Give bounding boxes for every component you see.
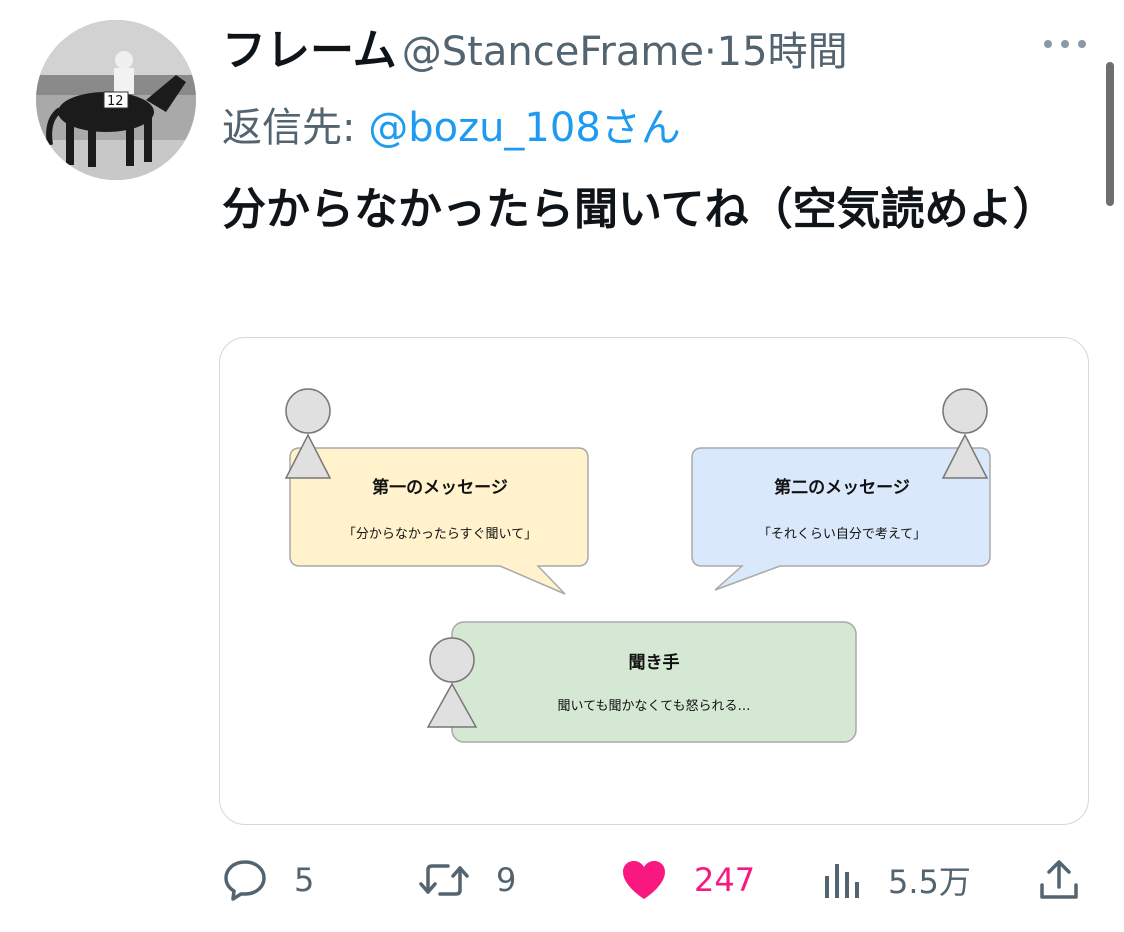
bubble-first-message: 第一のメッセージ 「分からなかったらすぐ聞いて」 — [289, 447, 589, 595]
author-handle[interactable]: @StanceFrame — [402, 29, 704, 75]
author-name[interactable]: フレーム — [222, 25, 397, 76]
heart-icon — [623, 861, 665, 899]
retweet-count: 9 — [496, 861, 517, 899]
reply-to-line: 返信先: @bozu_108さん — [222, 95, 681, 153]
speech-bubble-icon — [224, 860, 266, 901]
bubble3-title: 聞き手 — [629, 652, 680, 673]
avatar[interactable]: 12 — [36, 20, 196, 180]
saddle-number: 12 — [107, 94, 124, 109]
bubble-second-message: 第二のメッセージ 「それくらい自分で考えて」 — [691, 447, 991, 591]
views-button[interactable]: 5.5万 — [822, 850, 971, 910]
tweet-header: フレーム @StanceFrame·15時間 — [222, 14, 848, 78]
retweet-button[interactable]: 9 — [418, 850, 516, 910]
like-count: 247 — [694, 861, 756, 899]
bubble1-body: 「分からなかったらすぐ聞いて」 — [343, 527, 537, 542]
person-figure-left — [284, 388, 332, 479]
bar-chart-icon — [825, 864, 859, 898]
bubble1-title: 第一のメッセージ — [372, 477, 508, 498]
reply-to-label: 返信先: — [222, 105, 369, 151]
avatar-horse-photo: 12 — [36, 20, 196, 180]
like-button[interactable]: 247 — [620, 850, 755, 910]
reply-button[interactable]: 5 — [222, 850, 314, 910]
timestamp[interactable]: 15時間 — [717, 29, 848, 75]
diagram-illustration: 第一のメッセージ 「分からなかったらすぐ聞いて」 第二のメッセージ 「それくらい… — [284, 388, 991, 743]
separator-dot: · — [703, 29, 717, 75]
share-upload-icon — [1040, 860, 1078, 899]
bubble3-body: 聞いても聞かなくても怒られる… — [558, 699, 751, 714]
retweet-arrows-icon — [419, 864, 469, 896]
person-figure-right — [941, 388, 989, 479]
action-bar: 5 9 247 5.5万 — [0, 850, 1124, 910]
bubble2-body: 「それくらい自分で考えて」 — [758, 527, 926, 542]
bubble-listener: 聞き手 聞いても聞かなくても怒られる… — [451, 621, 857, 743]
share-button[interactable] — [1036, 850, 1082, 910]
reply-count: 5 — [294, 861, 315, 899]
tweet-text: 分からなかったら聞いてね（空気読めよ） — [222, 184, 1057, 235]
bubble2-title: 第二のメッセージ — [774, 477, 910, 498]
ellipsis-icon[interactable] — [1040, 34, 1090, 54]
reply-to-handle[interactable]: @bozu_108さん — [368, 105, 681, 151]
media-image[interactable]: 第一のメッセージ 「分からなかったらすぐ聞いて」 第二のメッセージ 「それくらい… — [219, 337, 1089, 825]
views-count: 5.5万 — [888, 863, 971, 901]
scrollbar[interactable] — [1106, 62, 1114, 206]
